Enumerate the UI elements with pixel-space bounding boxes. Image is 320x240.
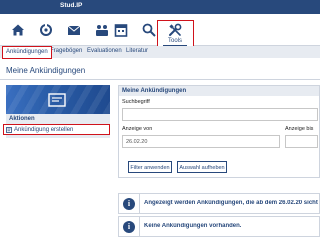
filter-form: Meine Ankündigungen Suchbegriff Anzeige … (118, 85, 320, 178)
reset-filter-button[interactable]: Auswahl aufheben (177, 161, 227, 173)
messages-icon[interactable] (64, 20, 84, 40)
info-message-text: Keine Ankündigungen vorhanden. (144, 223, 242, 229)
info-message-empty: i Keine Ankündigungen vorhanden. (118, 216, 320, 237)
apply-filter-button[interactable]: Filter anwenden (128, 161, 172, 173)
tab-ankuendigungen[interactable]: Ankündigungen (2, 46, 52, 59)
tab-literatur[interactable]: Literatur (126, 48, 148, 54)
top-bar: Stud.IP (0, 0, 320, 14)
create-announcement-action[interactable]: Ankündigung erstellen (3, 124, 110, 135)
create-announcement-label: Ankündigung erstellen (14, 126, 74, 133)
from-date-input[interactable]: 26.02.20 (122, 135, 280, 148)
add-announcement-icon (6, 127, 12, 133)
filter-form-header: Meine Ankündigungen (119, 86, 319, 96)
tools-icon (169, 23, 182, 36)
page-title: Meine Ankündigungen (6, 66, 86, 75)
until-label: Anzeige bis (285, 126, 314, 132)
activity-icon[interactable] (36, 20, 56, 40)
info-message-range: i Angezeigt werden Ankündigungen, die ab… (118, 193, 320, 214)
tools-label: Tools (167, 38, 182, 44)
sidebar-image (6, 85, 110, 114)
info-message-text: Angezeigt werden Ankündigungen, die ab d… (144, 200, 318, 206)
community-icon[interactable] (92, 20, 112, 40)
actions-title: Aktionen (9, 116, 35, 122)
search-input[interactable] (122, 108, 318, 121)
tab-fragebogen[interactable]: Fragebögen (50, 48, 82, 54)
info-icon: i (123, 221, 135, 233)
announcement-icon (48, 93, 66, 107)
home-icon[interactable] (8, 20, 28, 40)
from-label: Anzeige von (122, 126, 153, 132)
filter-form-title: Meine Ankündigungen (122, 88, 187, 94)
until-date-input[interactable] (285, 135, 318, 148)
divider (0, 79, 320, 80)
tab-evaluationen[interactable]: Evaluationen (87, 48, 122, 54)
app-title: Stud.IP (60, 2, 83, 9)
schedule-icon[interactable] (111, 20, 131, 40)
search-label: Suchbegriff (122, 99, 150, 105)
nav-item-tools[interactable]: Tools (157, 20, 194, 48)
info-icon: i (123, 198, 135, 210)
search-icon[interactable] (139, 20, 159, 40)
